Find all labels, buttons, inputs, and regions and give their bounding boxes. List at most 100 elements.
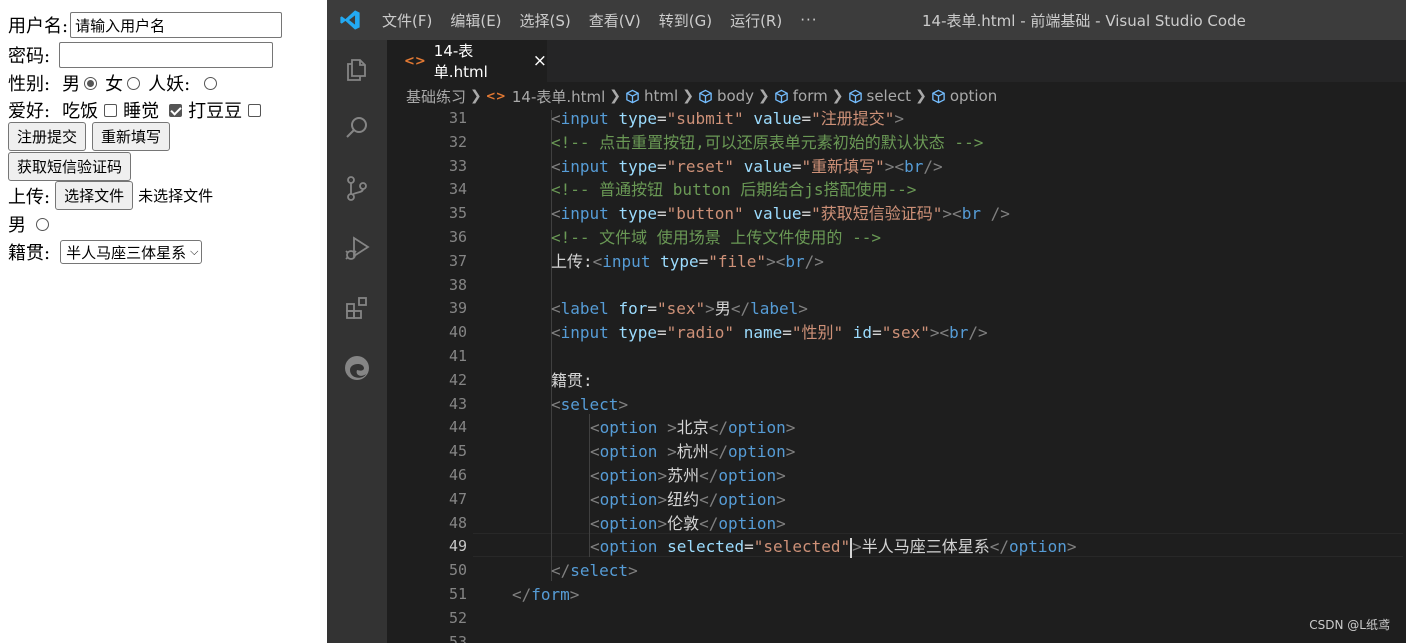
breadcrumb-symbol-option[interactable]: option bbox=[950, 87, 997, 105]
code-token: = bbox=[647, 299, 657, 319]
line-number: 45 bbox=[448, 442, 467, 461]
chevron-right-icon: ❯ bbox=[682, 88, 694, 104]
code-token: 籍贯: bbox=[551, 370, 593, 390]
code-token: br bbox=[785, 251, 805, 271]
activity-bar bbox=[327, 40, 387, 643]
code-token: value bbox=[753, 204, 802, 224]
breadcrumb-symbol-select[interactable]: select bbox=[867, 87, 912, 105]
code-token: > bbox=[667, 442, 677, 462]
line-number: 50 bbox=[448, 561, 467, 580]
reset-button[interactable]: 重新填写 bbox=[92, 122, 171, 151]
code-token: br bbox=[949, 323, 969, 343]
line-number: 37 bbox=[448, 251, 467, 270]
sms-code-button[interactable]: 获取短信验证码 bbox=[8, 152, 132, 181]
window-title: 14-表单.html - 前端基础 - Visual Studio Code bbox=[922, 11, 1246, 30]
menu-more-icon[interactable]: ··· bbox=[791, 11, 826, 29]
gender-radio-female[interactable] bbox=[127, 76, 141, 90]
password-input[interactable] bbox=[59, 42, 274, 68]
menu-go[interactable]: 转到(G) bbox=[650, 10, 721, 31]
edge-browser-icon[interactable] bbox=[327, 344, 387, 392]
password-label: 密码: bbox=[8, 46, 51, 67]
menu-selection[interactable]: 选择(S) bbox=[511, 10, 580, 31]
menu-file[interactable]: 文件(F) bbox=[373, 10, 441, 31]
code-token: < bbox=[775, 251, 786, 271]
explorer-icon[interactable] bbox=[327, 45, 387, 93]
line-number: 41 bbox=[448, 347, 467, 365]
code-token: option bbox=[599, 442, 658, 462]
code-token: </ bbox=[699, 513, 719, 533]
choose-file-button[interactable]: 选择文件 bbox=[55, 181, 134, 210]
line-number: 36 bbox=[448, 228, 467, 246]
code-token: select bbox=[560, 394, 619, 414]
code-token: /> bbox=[968, 323, 988, 343]
search-icon[interactable] bbox=[327, 104, 387, 152]
code-token: "注册提交" bbox=[811, 109, 895, 128]
line-number: 40 bbox=[448, 323, 467, 342]
code-token: 男 bbox=[714, 299, 731, 319]
male-label[interactable]: 男 bbox=[8, 211, 26, 237]
code-line: <option >北京</option> bbox=[590, 416, 795, 440]
line-number-gutter: 31 32 33 34 35 36 37 38 39 40 41 42 43 44 45 46 47 48 49 50… bbox=[387, 109, 467, 643]
code-token: 苏州 bbox=[667, 466, 700, 485]
username-input[interactable]: 请输入用户名 bbox=[70, 12, 283, 38]
run-debug-icon[interactable] bbox=[327, 224, 387, 272]
code-token: 上传: bbox=[551, 251, 593, 271]
browser-page: 用户名: 请输入用户名 密码: 性别: 男 女 人妖: 爱好: 吃饭 睡觉 打豆… bbox=[0, 0, 327, 643]
title-bar: 文件(F) 编辑(E) 选择(S) 查看(V) 转到(G) 运行(R) ··· … bbox=[327, 0, 1406, 40]
close-icon[interactable]: × bbox=[533, 51, 547, 71]
code-token: > bbox=[929, 323, 940, 343]
breadcrumb-symbol-body[interactable]: body bbox=[717, 87, 754, 105]
sex-radio[interactable] bbox=[36, 217, 49, 231]
symbol-cube-icon bbox=[699, 89, 712, 103]
hobby-checkbox-eat[interactable] bbox=[104, 103, 118, 117]
code-token: = bbox=[656, 156, 667, 176]
menu-view[interactable]: 查看(V) bbox=[580, 10, 650, 31]
breadcrumb-symbol-form[interactable]: form bbox=[793, 87, 828, 105]
hobby-checkbox-beans[interactable] bbox=[248, 103, 262, 117]
chevron-right-icon: ❯ bbox=[758, 88, 770, 104]
code-token: > bbox=[852, 537, 862, 557]
extensions-icon[interactable] bbox=[327, 284, 387, 332]
menu-run[interactable]: 运行(R) bbox=[721, 10, 791, 31]
form-buttons-row: 注册提交 重新填写 bbox=[8, 122, 176, 151]
code-token: /> bbox=[804, 251, 824, 271]
code-token: option bbox=[599, 418, 658, 438]
gender-radio-other[interactable] bbox=[204, 76, 218, 90]
gender-option-other: 人妖: bbox=[148, 74, 191, 95]
gender-radio-male[interactable] bbox=[84, 76, 98, 90]
code-token: < bbox=[551, 109, 561, 128]
code-editor[interactable]: 31 32 33 34 35 36 37 38 39 40 41 42 43 44 45 46 47 48 49 50… bbox=[387, 109, 1406, 643]
code-token: </ bbox=[699, 489, 719, 509]
breadcrumb-folder[interactable]: 基础练习 bbox=[406, 86, 466, 107]
code-token: </ bbox=[730, 299, 751, 319]
code-token: > bbox=[705, 299, 715, 319]
hobby-checkbox-sleep[interactable] bbox=[169, 103, 183, 117]
code-token: type bbox=[618, 156, 657, 176]
source-control-icon[interactable] bbox=[327, 164, 387, 212]
chevron-right-icon: ❯ bbox=[470, 88, 482, 104]
code-token: > bbox=[569, 585, 580, 604]
code-area[interactable]: <input type="submit" value="注册提交"> <!-- 点… bbox=[473, 109, 1403, 643]
tab-14-form-html[interactable]: <> 14-表单.html × bbox=[387, 40, 547, 82]
breadcrumb: 基础练习 ❯ <> 14-表单.html ❯ html ❯ body ❯ for… bbox=[387, 82, 1406, 110]
code-token: label bbox=[560, 299, 609, 319]
code-token: 杭州 bbox=[676, 442, 709, 462]
code-token: option bbox=[728, 418, 786, 438]
code-token: < bbox=[894, 156, 905, 176]
code-token: id bbox=[852, 323, 873, 343]
breadcrumb-symbol-html[interactable]: html bbox=[644, 87, 678, 105]
username-label: 用户名: bbox=[8, 16, 69, 37]
code-token: < bbox=[551, 323, 561, 343]
file-status: 未选择文件 bbox=[138, 187, 214, 205]
submit-button[interactable]: 注册提交 bbox=[8, 122, 87, 151]
editor-tabs: <> 14-表单.html × bbox=[387, 40, 1406, 82]
symbol-cube-icon bbox=[775, 89, 788, 103]
html-file-icon: <> bbox=[404, 53, 426, 69]
hometown-select[interactable]: 半人马座三体星系 ⌵ bbox=[60, 240, 203, 264]
username-row: 用户名: 请输入用户名 bbox=[8, 12, 283, 38]
code-token: > bbox=[894, 109, 905, 128]
code-token: input bbox=[560, 323, 609, 343]
breadcrumb-file[interactable]: 14-表单.html bbox=[512, 86, 605, 107]
menu-edit[interactable]: 编辑(E) bbox=[441, 10, 510, 31]
